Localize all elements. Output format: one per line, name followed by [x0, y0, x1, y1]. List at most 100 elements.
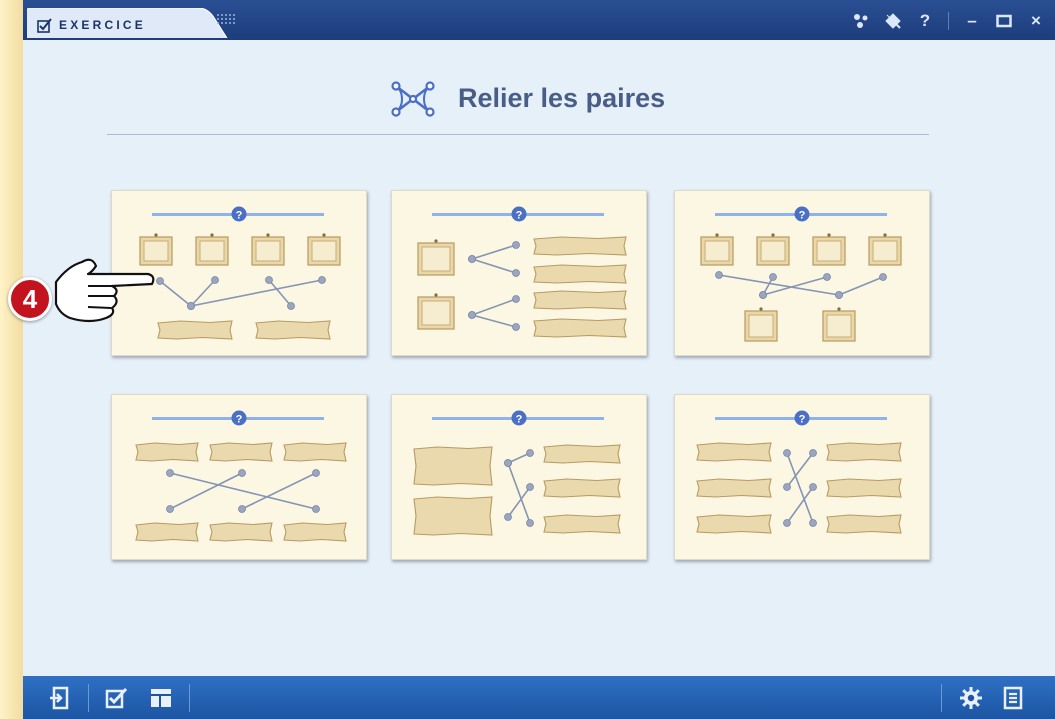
help-icon: ?	[516, 414, 523, 426]
connector-dot	[265, 276, 273, 284]
image-frame-inner	[199, 240, 225, 262]
pin-icon[interactable]	[884, 12, 902, 30]
image-frame-inner	[421, 246, 451, 272]
pointing-hand-icon	[48, 252, 158, 326]
toolbar-separator	[941, 684, 942, 712]
label-plank	[543, 444, 621, 464]
step-marker: 4	[8, 277, 52, 321]
connector-line	[786, 452, 814, 524]
layout-card-5[interactable]: ?	[391, 394, 647, 560]
label-plank	[413, 496, 493, 536]
connector-line	[786, 452, 814, 488]
connector-dot	[879, 273, 887, 281]
label-plank	[826, 514, 902, 534]
help-icon: ?	[799, 210, 806, 222]
image-frame-inner	[311, 240, 337, 262]
card-thumbnail: ?	[696, 410, 902, 534]
label-plank	[533, 264, 627, 284]
connector-line	[169, 472, 243, 510]
connector-line	[786, 486, 814, 524]
connector-dot	[783, 483, 791, 491]
connector-dot	[526, 449, 534, 457]
label-plank	[543, 514, 621, 534]
connector-dot	[809, 519, 817, 527]
frame-pin	[266, 233, 270, 237]
grip-icon[interactable]	[216, 12, 238, 26]
label-plank	[157, 320, 233, 340]
help-icon: ?	[799, 414, 806, 426]
connector-dot	[512, 323, 520, 331]
page-header: Relier les paires	[23, 78, 1013, 122]
close-icon[interactable]: ×	[1027, 11, 1045, 30]
frame-pin	[883, 233, 887, 237]
exit-icon[interactable]	[48, 686, 72, 710]
card-thumbnail: ?	[413, 410, 621, 536]
image-frame-inner	[255, 240, 281, 262]
frame-pin	[434, 293, 438, 297]
frame-pin	[715, 233, 719, 237]
toolbar-separator	[189, 684, 190, 712]
connector-line	[838, 276, 884, 296]
frame-pin	[154, 233, 158, 237]
connector-dot	[504, 513, 512, 521]
connector-line	[471, 314, 517, 328]
connector-line	[268, 279, 292, 307]
label-plank	[209, 442, 273, 462]
checkmark-icon	[37, 18, 53, 34]
connector-dot	[287, 302, 295, 310]
label-plank	[135, 522, 199, 542]
connector-dot	[526, 483, 534, 491]
layout-card-6[interactable]: ?	[674, 394, 930, 560]
connector-dot	[468, 255, 476, 263]
connector-line	[471, 244, 517, 260]
connector-dot	[166, 469, 174, 477]
connector-dot	[809, 483, 817, 491]
connector-dot	[187, 302, 195, 310]
settings-icon[interactable]	[959, 686, 983, 710]
layout-card-3[interactable]: ?	[674, 190, 930, 356]
label-plank	[696, 478, 772, 498]
layout-icon[interactable]	[149, 686, 173, 710]
label-plank	[209, 522, 273, 542]
help-icon: ?	[516, 210, 523, 222]
image-frame-inner	[872, 240, 898, 262]
maximize-icon[interactable]	[995, 12, 1013, 30]
title-divider	[107, 134, 929, 135]
titlebar-separator	[948, 12, 949, 30]
page-title: Relier les paires	[458, 83, 666, 113]
connector-dot	[238, 469, 246, 477]
connector-dot	[769, 273, 777, 281]
layout-card-2[interactable]: ?	[391, 190, 647, 356]
connector-line	[159, 280, 192, 307]
label-plank	[533, 318, 627, 338]
image-frame-inner	[816, 240, 842, 262]
connector-dot	[835, 291, 843, 299]
app-tab[interactable]: EXERCICE	[27, 8, 233, 38]
connector-dot	[526, 519, 534, 527]
frame-pin	[837, 307, 841, 311]
connector-dot	[512, 269, 520, 277]
help-icon[interactable]: ?	[916, 11, 934, 30]
check-edit-icon[interactable]	[105, 686, 129, 710]
connector-dot	[468, 311, 476, 319]
connector-dot	[166, 505, 174, 513]
label-plank	[696, 442, 772, 462]
card-thumbnail: ?	[700, 206, 902, 342]
share-icon[interactable]	[852, 12, 870, 30]
label-plank	[826, 442, 902, 462]
notes-icon[interactable]	[1001, 686, 1025, 710]
exercise-window: EXERCICE ? – × Relier les paires ? ? ? ?…	[23, 0, 1055, 719]
title-bar: EXERCICE ? – ×	[23, 0, 1055, 40]
label-plank	[543, 478, 621, 498]
minimize-icon[interactable]: –	[963, 11, 981, 30]
connector-dot	[211, 276, 219, 284]
left-strip	[0, 0, 23, 719]
image-frame-inner	[748, 314, 774, 338]
connector-dot	[823, 273, 831, 281]
image-frame-inner	[421, 300, 451, 326]
layout-card-4[interactable]: ?	[111, 394, 367, 560]
connector-line	[471, 298, 517, 316]
label-plank	[826, 478, 902, 498]
connector-dot	[504, 459, 512, 467]
image-frame-inner	[704, 240, 730, 262]
